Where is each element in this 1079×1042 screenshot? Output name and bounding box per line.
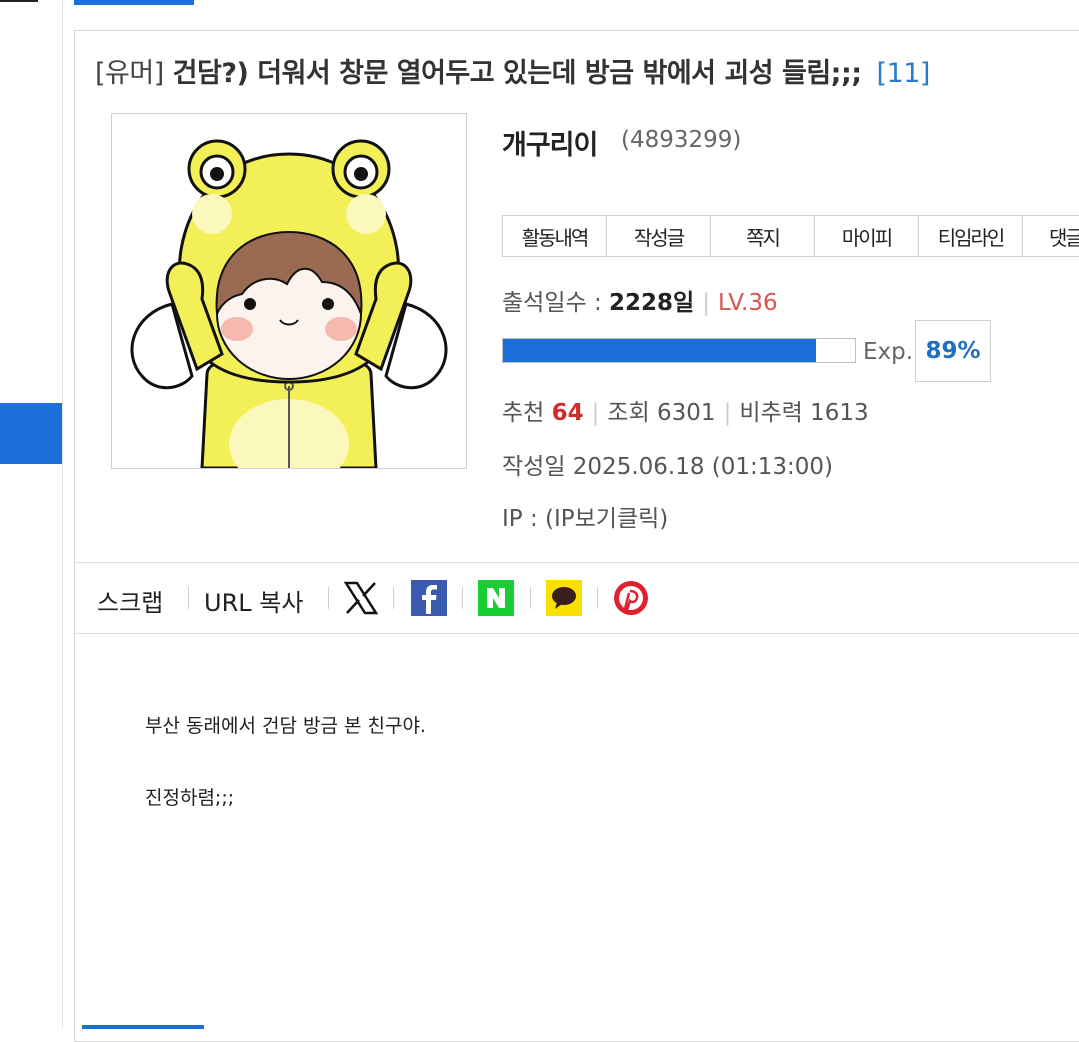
attendance-value: 2228일 [609,290,695,316]
top-tab-accent [74,0,194,5]
menu-timeline[interactable]: 티임라인 [919,216,1023,256]
author-nickname[interactable]: 개구리이 [502,123,598,162]
recommend-count: 64 [551,400,584,426]
attendance-label: 출석일수 : [502,290,602,316]
stats-row: 추천 64 | 조회 6301 | 비추력 1613 [502,393,869,427]
ip-info[interactable]: IP : (IP보기클릭) [502,499,668,533]
menu-activity[interactable]: 활동내역 [503,216,607,256]
content-paragraph: 부산 동래에서 건담 방금 본 친구야. [145,715,426,737]
left-sidebar [0,0,63,1029]
divider [462,587,463,609]
menu-mypi[interactable]: 마이피 [815,216,919,256]
divider [328,587,329,609]
divider [188,587,189,609]
kakaotalk-icon[interactable] [546,580,582,616]
level-badge: LV.36 [717,290,778,316]
post-container: [유머] 건담?) 더워서 창문 열어두고 있는데 방금 밖에서 괴성 들림;;… [74,30,1079,1042]
post-title-text: 건담?) 더워서 창문 열어두고 있는데 방금 밖에서 괴성 들림;;; [172,58,862,89]
post-title: [유머] 건담?) 더워서 창문 열어두고 있는데 방금 밖에서 괴성 들림;;… [95,51,930,90]
divider: | [702,290,710,316]
divider: | [723,400,732,426]
sidebar-top-line [0,0,38,2]
exp-progress-fill [503,339,817,362]
exp-progress-bar [502,338,856,363]
post-category: [유머] [95,58,164,89]
exp-label: Exp. [863,339,914,365]
share-bar: 스크랩 URL 복사 [75,562,1079,634]
avatar[interactable] [111,113,467,469]
scrap-button[interactable]: 스크랩 [97,583,163,618]
x-icon[interactable] [343,580,379,616]
url-copy-button[interactable]: URL 복사 [204,583,303,618]
written-date: 작성일 2025.06.18 (01:13:00) [502,454,834,480]
menu-message[interactable]: 쪽지 [711,216,815,256]
attendance-row: 출석일수 : 2228일 | LV.36 [502,283,778,317]
facebook-icon[interactable] [411,580,447,616]
frog-costume-avatar-icon [130,139,448,468]
sidebar-active-tab[interactable] [0,403,62,464]
divider: | [591,400,600,426]
naver-icon[interactable] [478,580,514,616]
author-user-id: (4893299) [621,127,742,153]
divider [597,587,598,609]
comment-count[interactable]: [11] [876,58,930,89]
profile-menu: 활동내역 작성글 쪽지 마이피 티임라인 댓글 [502,215,1079,257]
pinterest-icon[interactable] [613,580,649,616]
content-paragraph: 진정하렴;;; [145,787,235,809]
dislike-count: 비추력 1613 [739,400,869,426]
menu-posts[interactable]: 작성글 [607,216,711,256]
divider [393,587,394,609]
divider [530,587,531,609]
recommend-label: 추천 [502,400,545,426]
bottom-tab-accent [82,1025,204,1029]
view-count: 조회 6301 [607,400,716,426]
menu-comments[interactable]: 댓글 [1023,216,1079,256]
exp-percent: 89% [915,320,991,382]
